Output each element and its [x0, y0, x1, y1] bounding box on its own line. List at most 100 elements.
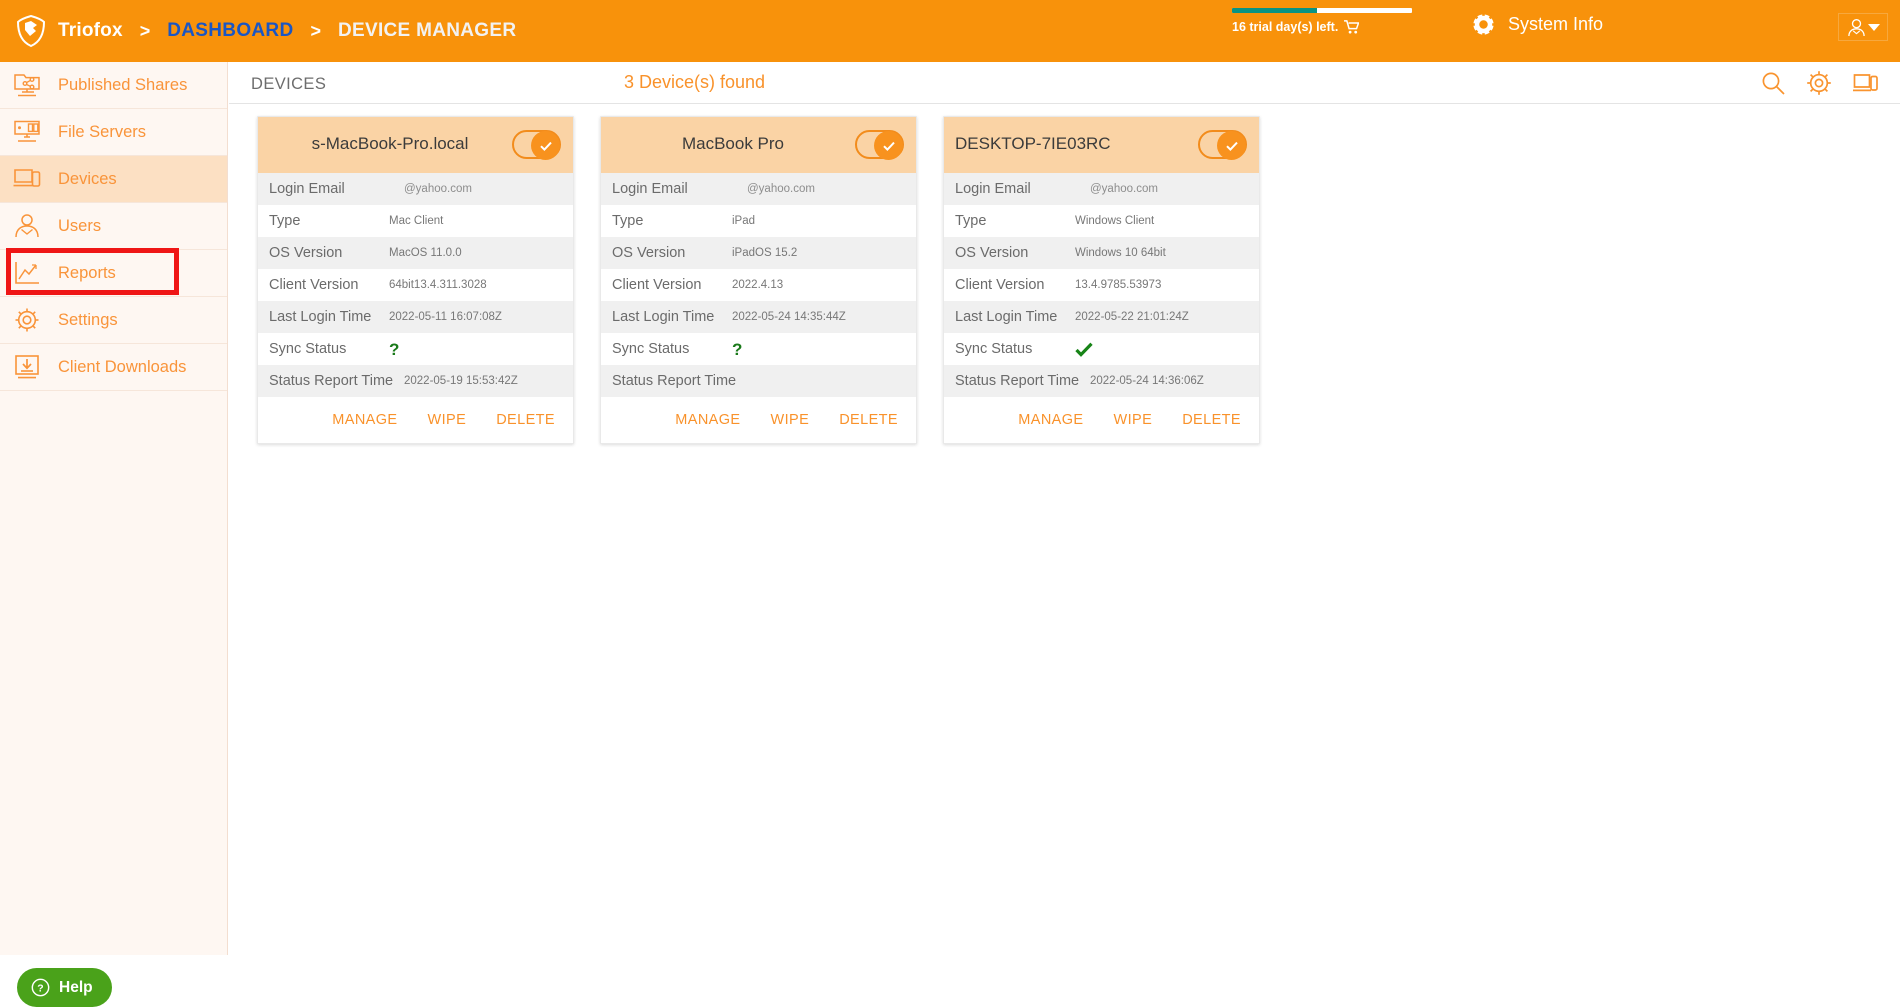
wipe-button[interactable]: WIPE — [428, 412, 467, 428]
row-label: Last Login Time — [612, 309, 715, 325]
breadcrumb-current-page: DEVICE MANAGER — [337, 20, 517, 41]
triofox-logo-icon — [16, 14, 46, 48]
manage-button[interactable]: MANAGE — [332, 412, 397, 428]
row-value: iPadOS 15.2 — [732, 247, 798, 259]
shopping-cart-icon[interactable] — [1344, 20, 1360, 34]
search-icon[interactable] — [1760, 70, 1786, 96]
row-value: 64bit13.4.311.3028 — [389, 279, 487, 291]
breadcrumb-separator-2: > — [310, 20, 321, 41]
sidebar-item-users[interactable]: Users — [0, 203, 227, 250]
sidebar-item-settings[interactable]: Settings — [0, 297, 227, 344]
sidebar-item-reports[interactable]: Reports — [0, 250, 227, 297]
help-question-icon: ? — [31, 978, 50, 997]
row-type: Type Mac Client — [258, 205, 573, 237]
row-value: 2022-05-19 15:53:42Z — [404, 375, 518, 387]
check-icon — [882, 141, 895, 151]
check-icon — [539, 141, 552, 151]
row-value: 13.4.9785.53973 — [1075, 279, 1162, 291]
trial-progress-bar — [1232, 8, 1412, 13]
row-value: Mac Client — [389, 215, 444, 227]
wipe-button[interactable]: WIPE — [1114, 412, 1153, 428]
row-value: MacOS 11.0.0 — [389, 247, 462, 259]
sidebar-item-label: Published Shares — [58, 75, 188, 94]
trial-status: 16 trial day(s) left. — [1232, 8, 1432, 34]
svg-text:?: ? — [37, 984, 43, 995]
sync-unknown-icon: ? — [732, 339, 743, 359]
user-menu-button[interactable] — [1838, 13, 1888, 41]
chevron-down-icon — [1867, 23, 1880, 31]
row-label: Type — [612, 213, 644, 229]
file-servers-icon — [14, 120, 40, 142]
row-type: Type iPad — [601, 205, 916, 237]
row-sync-status: Sync Status ? — [601, 333, 916, 365]
row-label: Login Email — [612, 181, 688, 197]
row-client-version: Client Version 13.4.9785.53973 — [944, 269, 1259, 301]
help-button[interactable]: ? Help — [17, 968, 112, 1007]
page-title: DEVICES — [251, 75, 327, 93]
check-icon — [1225, 141, 1238, 151]
system-info-button[interactable]: System Info — [1470, 11, 1603, 38]
brand-name: Triofox — [58, 20, 123, 41]
row-os-version: OS Version MacOS 11.0.0 — [258, 237, 573, 269]
row-value: 2022-05-22 21:01:24Z — [1075, 311, 1189, 323]
row-label: Last Login Time — [955, 309, 1058, 325]
row-label: Sync Status — [612, 341, 690, 357]
sidebar-item-devices[interactable]: Devices — [0, 156, 227, 203]
toggle-knob — [874, 131, 903, 160]
row-label: Status Report Time — [269, 373, 394, 389]
sidebar: Published Shares File Servers Devices Us… — [0, 62, 228, 1007]
device-card: MacBook Pro Login Email @yahoo.com Type … — [600, 116, 917, 444]
row-value: @yahoo.com — [747, 183, 815, 195]
sidebar-item-published-shares[interactable]: Published Shares — [0, 62, 227, 109]
device-name: s-MacBook-Pro.local — [311, 134, 469, 153]
delete-button[interactable]: DELETE — [496, 412, 555, 428]
device-enabled-toggle[interactable] — [512, 130, 561, 160]
row-login-email: Login Email @yahoo.com — [944, 173, 1259, 205]
devices-view-icon[interactable] — [1852, 70, 1878, 96]
row-client-version: Client Version 2022.4.13 — [601, 269, 916, 301]
row-value: @yahoo.com — [404, 183, 472, 195]
toggle-knob — [531, 131, 560, 160]
sidebar-item-client-downloads[interactable]: Client Downloads — [0, 344, 227, 391]
manage-button[interactable]: MANAGE — [675, 412, 740, 428]
wipe-button[interactable]: WIPE — [771, 412, 810, 428]
device-card-header: DESKTOP-7IE03RC — [944, 117, 1259, 173]
row-value: Windows Client — [1075, 215, 1155, 227]
row-label: Type — [955, 213, 987, 229]
sidebar-item-label: Settings — [58, 310, 118, 329]
header-toolbar — [1760, 70, 1878, 96]
delete-button[interactable]: DELETE — [839, 412, 898, 428]
device-enabled-toggle[interactable] — [1198, 130, 1247, 160]
row-label: Status Report Time — [612, 373, 737, 389]
row-value: 2022-05-24 14:35:44Z — [732, 311, 846, 323]
row-os-version: OS Version Windows 10 64bit — [944, 237, 1259, 269]
row-label: Type — [269, 213, 301, 229]
row-label: Status Report Time — [955, 373, 1080, 389]
top-bar: Triofox > DASHBOARD > DEVICE MANAGER 16 … — [0, 0, 1900, 62]
device-enabled-toggle[interactable] — [855, 130, 904, 160]
row-label: Client Version — [612, 277, 702, 293]
breadcrumb-dashboard-link[interactable]: DASHBOARD — [167, 20, 293, 42]
row-value: 2022.4.13 — [732, 279, 784, 291]
sync-unknown-icon: ? — [389, 339, 400, 359]
row-last-login-time: Last Login Time 2022-05-22 21:01:24Z — [944, 301, 1259, 333]
sidebar-item-label: Devices — [58, 169, 117, 188]
device-card-header: MacBook Pro — [601, 117, 916, 173]
row-value: Windows 10 64bit — [1075, 247, 1166, 259]
device-card: s-MacBook-Pro.local Login Email @yahoo.c… — [257, 116, 574, 444]
device-card-header: s-MacBook-Pro.local — [258, 117, 573, 173]
device-card: DESKTOP-7IE03RC Login Email @yahoo.com T… — [943, 116, 1260, 444]
client-downloads-icon — [15, 355, 39, 379]
devices-icon — [13, 169, 41, 187]
users-icon — [15, 214, 39, 238]
manage-button[interactable]: MANAGE — [1018, 412, 1083, 428]
sidebar-item-file-servers[interactable]: File Servers — [0, 109, 227, 156]
published-shares-icon — [14, 74, 40, 97]
delete-button[interactable]: DELETE — [1182, 412, 1241, 428]
row-os-version: OS Version iPadOS 15.2 — [601, 237, 916, 269]
row-value: iPad — [732, 215, 756, 227]
row-type: Type Windows Client — [944, 205, 1259, 237]
gear-icon[interactable] — [1806, 70, 1832, 96]
row-login-email: Login Email @yahoo.com — [601, 173, 916, 205]
main-content: DEVICES 3 Device(s) found s-MacBook-Pro.… — [229, 62, 1900, 955]
